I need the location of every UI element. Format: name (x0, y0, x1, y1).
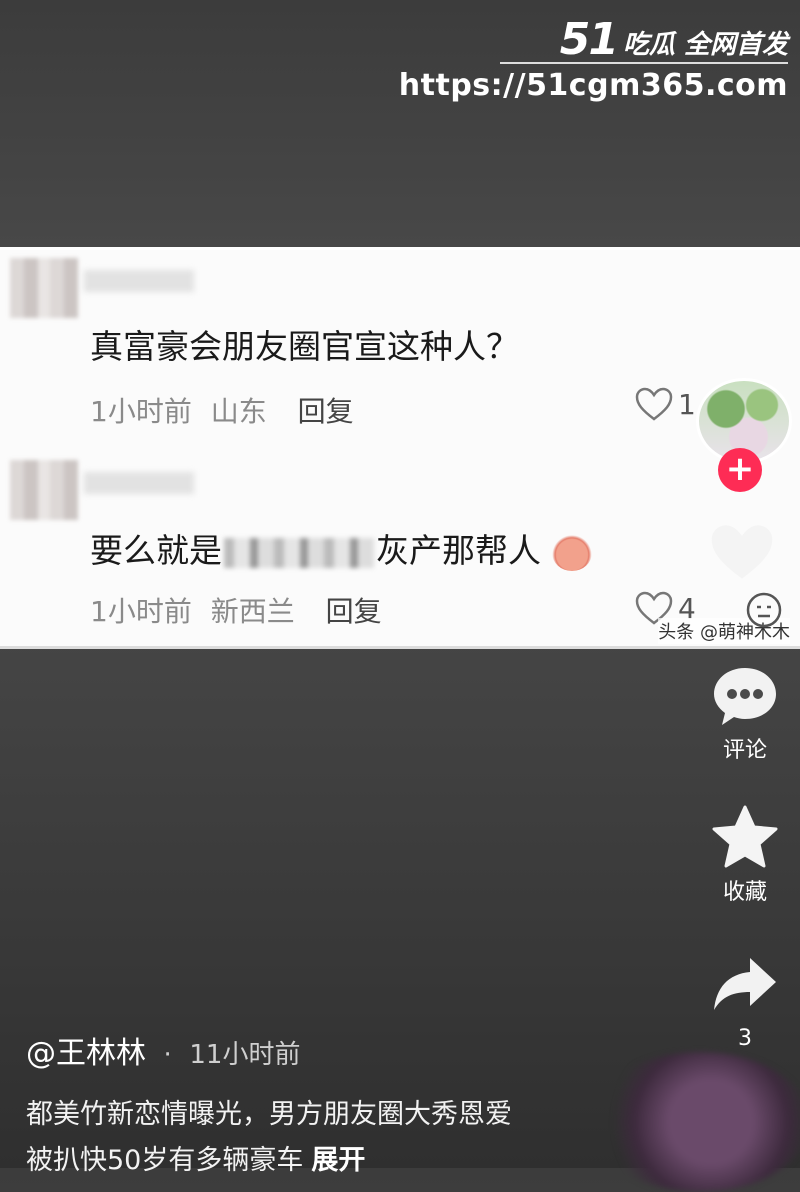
comment-text: 真富豪会朋友圈官宣这种人？ (90, 327, 519, 366)
comment-meta: 1小时前 新西兰 回复 (90, 590, 382, 630)
avatar-blurred (10, 460, 78, 520)
comment-time: 1小时前 (90, 595, 192, 628)
comment-time: 1小时前 (90, 395, 192, 428)
comment-item: 真富豪会朋友圈官宣这种人？ 1小时前 山东 回复 (0, 250, 700, 450)
post-time: 11小时前 (189, 1040, 301, 1070)
comment-meta: 1小时前 山东 回复 (90, 390, 354, 430)
crying-emoji-icon (551, 534, 592, 571)
like-count: 1 (678, 387, 696, 421)
smiley-icon (746, 592, 782, 628)
author-name[interactable]: @王林林 (26, 1036, 146, 1071)
share-arrow-icon (714, 958, 776, 1010)
collect-rail-button[interactable]: 收藏 (700, 804, 790, 906)
comment-text: 要么就是 灰产那帮人 (90, 524, 592, 572)
emoji-react-button[interactable] (744, 590, 784, 634)
separator-dot: · (163, 1040, 172, 1070)
heart-icon (711, 525, 773, 579)
reply-button[interactable]: 回复 (298, 395, 354, 428)
watermark-logo: 51 吃瓜 全网首发 (560, 12, 788, 62)
caption-line: 被扒快50岁有多辆豪车 展开 (26, 1145, 366, 1176)
like-button[interactable]: 1 (634, 386, 696, 422)
username-blurred (84, 472, 194, 494)
redacted-text (224, 537, 374, 568)
star-icon (712, 805, 778, 868)
like-video-button[interactable] (706, 520, 778, 588)
post-caption: 都美竹新恋情曝光，男方朋友圈大秀恩爱 被扒快50岁有多辆豪车 展开 (26, 1092, 586, 1184)
plus-icon: + (725, 449, 755, 489)
post-author-line: @王林林 · 11小时前 (26, 1028, 300, 1072)
watermark-divider (500, 62, 788, 64)
reply-button[interactable]: 回复 (326, 595, 382, 628)
comment-rail-label: 评论 (722, 738, 767, 763)
comment-location: 山东 (210, 395, 267, 428)
avatar-blurred (10, 258, 78, 318)
comment-location: 新西兰 (210, 595, 295, 628)
comment-rail-button[interactable]: 评论 (700, 664, 790, 764)
share-rail-button[interactable]: 3 (700, 954, 790, 1051)
comment-item: 要么就是 灰产那帮人 1小时前 新西兰 回复 (0, 450, 700, 650)
heart-outline-icon (635, 387, 673, 421)
comment-bubble-icon (714, 668, 776, 725)
watermark-number: 51 (559, 14, 619, 65)
watermark-url: https://51cgm365.com (398, 68, 788, 103)
collect-rail-label: 收藏 (722, 880, 767, 905)
follow-button[interactable]: + (718, 448, 762, 492)
music-disc[interactable] (590, 1052, 800, 1192)
share-count: 3 (738, 1026, 752, 1051)
comment-card: 真富豪会朋友圈官宣这种人？ 1小时前 山东 回复 1 要么就是 灰产那帮人 1小时… (0, 247, 800, 649)
caption-line: 都美竹新恋情曝光，男方朋友圈大秀恩爱 (26, 1099, 512, 1130)
username-blurred (84, 270, 194, 292)
expand-button[interactable]: 展开 (311, 1145, 365, 1176)
watermark-tagline: 吃瓜 全网首发 (622, 30, 788, 60)
